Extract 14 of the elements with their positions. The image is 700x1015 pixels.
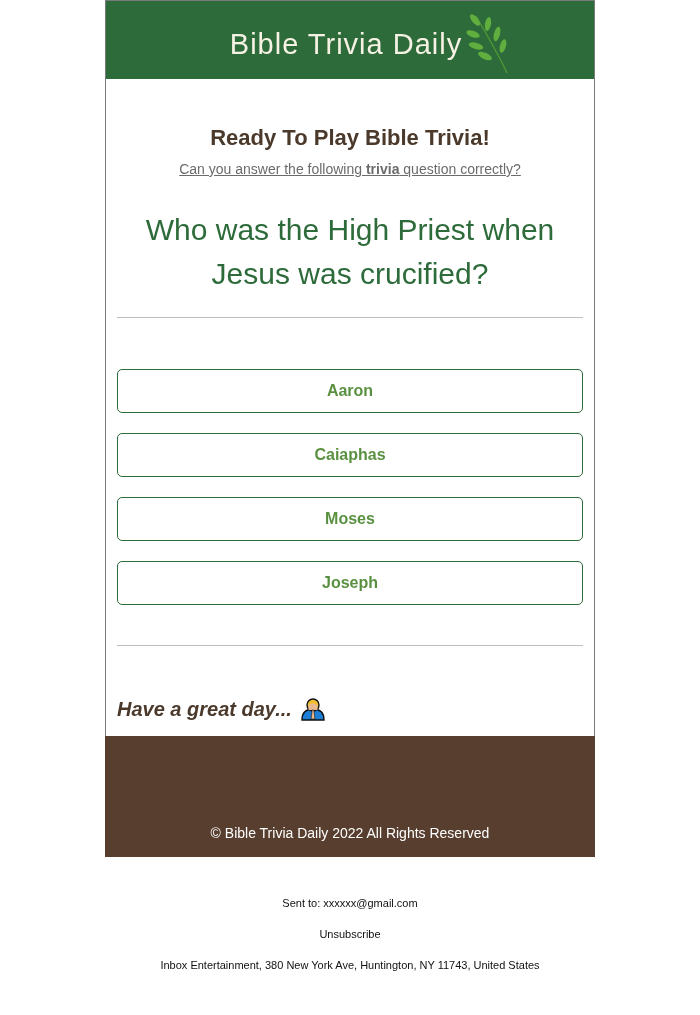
answer-button[interactable]: Aaron (117, 369, 583, 413)
intro-title: Ready To Play Bible Trivia! (209, 124, 491, 151)
recipient-text: Sent to: xxxxxx@gmail.com (282, 897, 418, 910)
closing-text: Have a great day... (117, 697, 292, 721)
answer-button[interactable]: Joseph (117, 561, 583, 605)
logo-text: Bible Trivia Daily (229, 27, 463, 61)
praying-person-icon (299, 697, 326, 721)
question-text: Who was the High Priest when Jesus was crucified? (144, 212, 556, 292)
subtitle-link[interactable]: Can you answer the following trivia question correctly? (179, 161, 521, 178)
answer-button[interactable]: Moses (117, 497, 583, 541)
answer-button[interactable]: Caiaphas (117, 433, 583, 477)
unsubscribe-link[interactable]: Unsubscribe (319, 928, 381, 941)
address-text: Inbox Entertainment, 380 New York Ave, Huntington, NY 11743, United States (160, 959, 540, 972)
copyright-text: © Bible Trivia Daily 2022 All Rights Reserved (210, 825, 490, 842)
